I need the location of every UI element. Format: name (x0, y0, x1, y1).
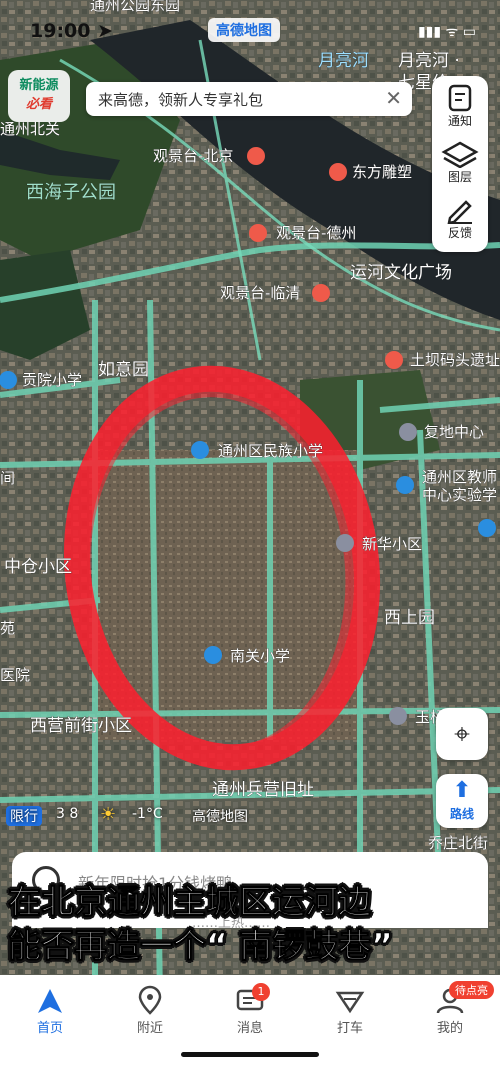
map-label: 通州北关 (0, 120, 60, 138)
message-count-badge: 1 (252, 983, 270, 1001)
map-label: 通州公园东园 (90, 0, 180, 14)
signal-wifi-battery-icon: ▮▮▮ ᯤ ▭ (417, 24, 476, 40)
map-label: 通州区民族小学 (218, 442, 323, 460)
caption-line-2: 能否再造一个“ 南锣鼓巷” (8, 926, 394, 966)
notice-icon (448, 84, 472, 112)
map-label: 月亮河 (318, 51, 369, 71)
map-label: 医院 (0, 666, 30, 684)
tab-taxi-label: 打车 (336, 1021, 363, 1036)
map-label: 复地中心 (424, 423, 484, 441)
feedback-icon (447, 200, 472, 224)
map-label: 间 (0, 469, 15, 487)
map-label: 中心实验学 (422, 486, 497, 504)
route-label: 路线 (449, 807, 474, 821)
message-icon (236, 989, 264, 1011)
temperature: -1°C (132, 806, 163, 822)
map-label: 如意园 (98, 360, 149, 380)
map-label: 南关小学 (230, 647, 290, 665)
new-energy-text: 新能源 (19, 78, 59, 93)
caption-overlay: 在北京通州主城区运河边 能否再造一个“ 南锣鼓巷” (8, 880, 500, 968)
map-label: 东方雕塑 (352, 163, 412, 181)
tab-profile[interactable]: 待点亮 我的 (410, 981, 494, 1036)
map-label: 通州区教师 (422, 468, 497, 486)
map-label: 新华小区 (362, 535, 422, 553)
close-icon[interactable]: ✕ (385, 86, 402, 110)
home-indicator (181, 1052, 319, 1057)
tab-nearby-label: 附近 (136, 1021, 163, 1036)
notice-label: 通知 (447, 114, 472, 128)
restrict-numbers: 3 8 (56, 806, 79, 822)
new-energy-badge[interactable]: 新能源 必看 (8, 70, 70, 122)
taxi-icon (335, 991, 365, 1014)
map-label: 西上园 (384, 608, 435, 628)
traffic-restrict-badge[interactable]: 限行 (6, 806, 42, 826)
map-label: 运河文化广场 (350, 263, 452, 283)
feedback-button[interactable]: 反馈 (432, 196, 488, 241)
layers-button[interactable]: 图层 (432, 140, 488, 185)
status-time: 19:00 ➤ (30, 20, 114, 42)
sun-icon: ☀ (100, 804, 117, 825)
tab-messages-label: 消息 (236, 1021, 263, 1036)
map-label: 贡院小学 (22, 371, 82, 389)
tab-home-label: 首页 (36, 1021, 63, 1036)
route-arrow-icon: ⬆ (452, 778, 472, 803)
layers-label: 图层 (447, 170, 472, 184)
map-label: 观景台-临清 (220, 284, 300, 302)
map-label: 月亮河 · (398, 51, 460, 71)
promo-banner[interactable]: 来高德，领新人专享礼包 ✕ (86, 82, 412, 116)
notice-button[interactable]: 通知 (432, 84, 488, 129)
map-label: 观景台-北京 (153, 147, 233, 165)
tab-messages[interactable]: 1 消息 (210, 983, 290, 1036)
locate-button[interactable]: ⌖ (436, 708, 488, 760)
map-label: 乔庄北街 (428, 834, 488, 852)
tab-profile-label: 我的 (436, 1021, 463, 1036)
home-icon (38, 989, 62, 1013)
map-label: 土坝码头遗址 (410, 351, 500, 369)
map-label: 西海子公园 (26, 182, 116, 203)
feedback-label: 反馈 (447, 226, 472, 240)
map-label: 中仓小区 (4, 557, 72, 577)
map-label: 西营前街小区 (30, 716, 132, 736)
tab-nearby[interactable]: 附近 (110, 985, 190, 1036)
map-tool-panel: 通知 图层 反馈 (432, 76, 488, 252)
status-bar: 19:00 ➤ 高德地图 ▮▮▮ ᯤ ▭ (0, 14, 500, 50)
map-label: 观景台-德州 (276, 224, 356, 242)
amap-brand-label: 高德地图 (192, 809, 248, 825)
promo-text: 来高德，领新人专享礼包 (98, 91, 264, 109)
map-label: 通州兵营旧址 (212, 780, 314, 800)
caption-line-1: 在北京通州主城区运河边 (8, 882, 372, 922)
locate-icon: ⌖ (454, 717, 470, 750)
route-button[interactable]: ⬆ 路线 (436, 774, 488, 828)
app-name-badge[interactable]: 高德地图 (208, 18, 280, 42)
tab-taxi[interactable]: 打车 (310, 985, 390, 1036)
layers-icon (441, 141, 479, 168)
tab-home[interactable]: 首页 (10, 985, 90, 1036)
profile-status-badge: 待点亮 (449, 981, 494, 999)
must-see-text: 必看 (25, 97, 52, 112)
nearby-icon (138, 985, 162, 1015)
map-label: 苑 (0, 619, 15, 637)
